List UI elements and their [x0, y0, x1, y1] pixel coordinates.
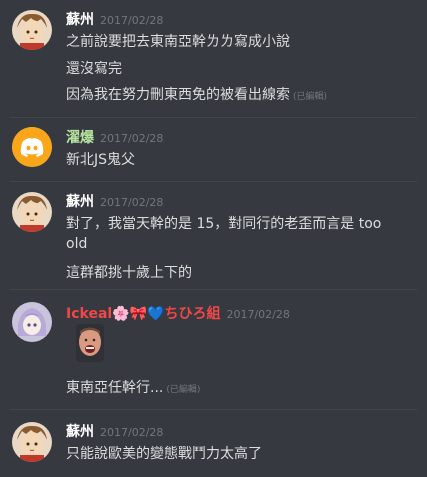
user-avatar[interactable]	[12, 302, 52, 342]
message-text: 之前說要把去東南亞幹ㄌㄌ寫成小說	[66, 34, 290, 50]
message-line: old	[66, 236, 87, 252]
message-text: 東南亞任幹行...	[66, 380, 164, 396]
user-avatar[interactable]	[12, 422, 52, 462]
message-line: 之前說要把去東南亞幹ㄌㄌ寫成小說	[66, 31, 290, 51]
message-text: old	[66, 236, 88, 252]
message-line: 這群都挑十歲上下的	[66, 262, 192, 282]
emoji-image[interactable]	[76, 324, 104, 362]
message-header: 蘇州 2017/02/28	[66, 191, 164, 210]
message-text: 還沒寫完	[66, 61, 122, 77]
message-text: 新北JS鬼父	[66, 152, 136, 168]
message-header: 蘇州 2017/02/28	[66, 9, 164, 28]
message-group: 濯爆 2017/02/28 新北JS鬼父	[0, 118, 427, 180]
message-header: 濯爆 2017/02/28	[66, 127, 164, 146]
timestamp: 2017/02/28	[100, 426, 164, 439]
message-text: 只能說歐美的變態戰鬥力太高了	[66, 446, 262, 462]
timestamp: 2017/02/28	[226, 308, 290, 321]
message-text: 這群都挑十歲上下的	[66, 265, 192, 281]
message-line: 東南亞任幹行... (已編輯)	[66, 377, 200, 397]
discord-logo-avatar[interactable]	[12, 127, 52, 167]
edited-tag: (已編輯)	[166, 385, 201, 395]
user-avatar[interactable]	[12, 192, 52, 232]
message-group: 蘇州 2017/02/28 之前說要把去東南亞幹ㄌㄌ寫成小說 還沒寫完 因為我在努…	[0, 0, 427, 115]
username[interactable]: 蘇州	[66, 194, 94, 210]
message-line: 對了，我當天幹的是 15，對同行的老歪而言是 too	[66, 213, 381, 233]
username[interactable]: Ickeal🌸🎀💙ちひろ組	[66, 306, 220, 322]
user-avatar[interactable]	[12, 10, 52, 50]
message-group: 蘇州 2017/02/28 只能說歐美的變態戰鬥力太高了	[0, 410, 427, 477]
discord-icon	[12, 127, 52, 167]
username[interactable]: 蘇州	[66, 12, 94, 28]
message-text: 因為我在努力刪東西免的被看出線索	[66, 87, 290, 103]
username[interactable]: 濯爆	[66, 130, 94, 146]
timestamp: 2017/02/28	[100, 196, 164, 209]
message-header: Ickeal🌸🎀💙ちひろ組 2017/02/28	[66, 303, 290, 322]
edited-tag: (已編輯)	[293, 92, 328, 102]
message-group: 蘇州 2017/02/28 對了，我當天幹的是 15，對同行的老歪而言是 too …	[0, 182, 427, 282]
message-group: Ickeal🌸🎀💙ちひろ組 2017/02/28 東南亞任幹行... (已編輯)	[0, 290, 427, 405]
username[interactable]: 蘇州	[66, 424, 94, 440]
timestamp: 2017/02/28	[100, 14, 164, 27]
timestamp: 2017/02/28	[100, 132, 164, 145]
message-line: 只能說歐美的變態戰鬥力太高了	[66, 443, 262, 463]
message-text: 對了，我當天幹的是 15，對同行的老歪而言是 too	[66, 216, 382, 232]
message-header: 蘇州 2017/02/28	[66, 421, 164, 440]
message-line: 還沒寫完	[66, 58, 122, 78]
message-line: 因為我在努力刪東西免的被看出線索 (已編輯)	[66, 84, 327, 104]
message-line: 新北JS鬼父	[66, 149, 135, 169]
